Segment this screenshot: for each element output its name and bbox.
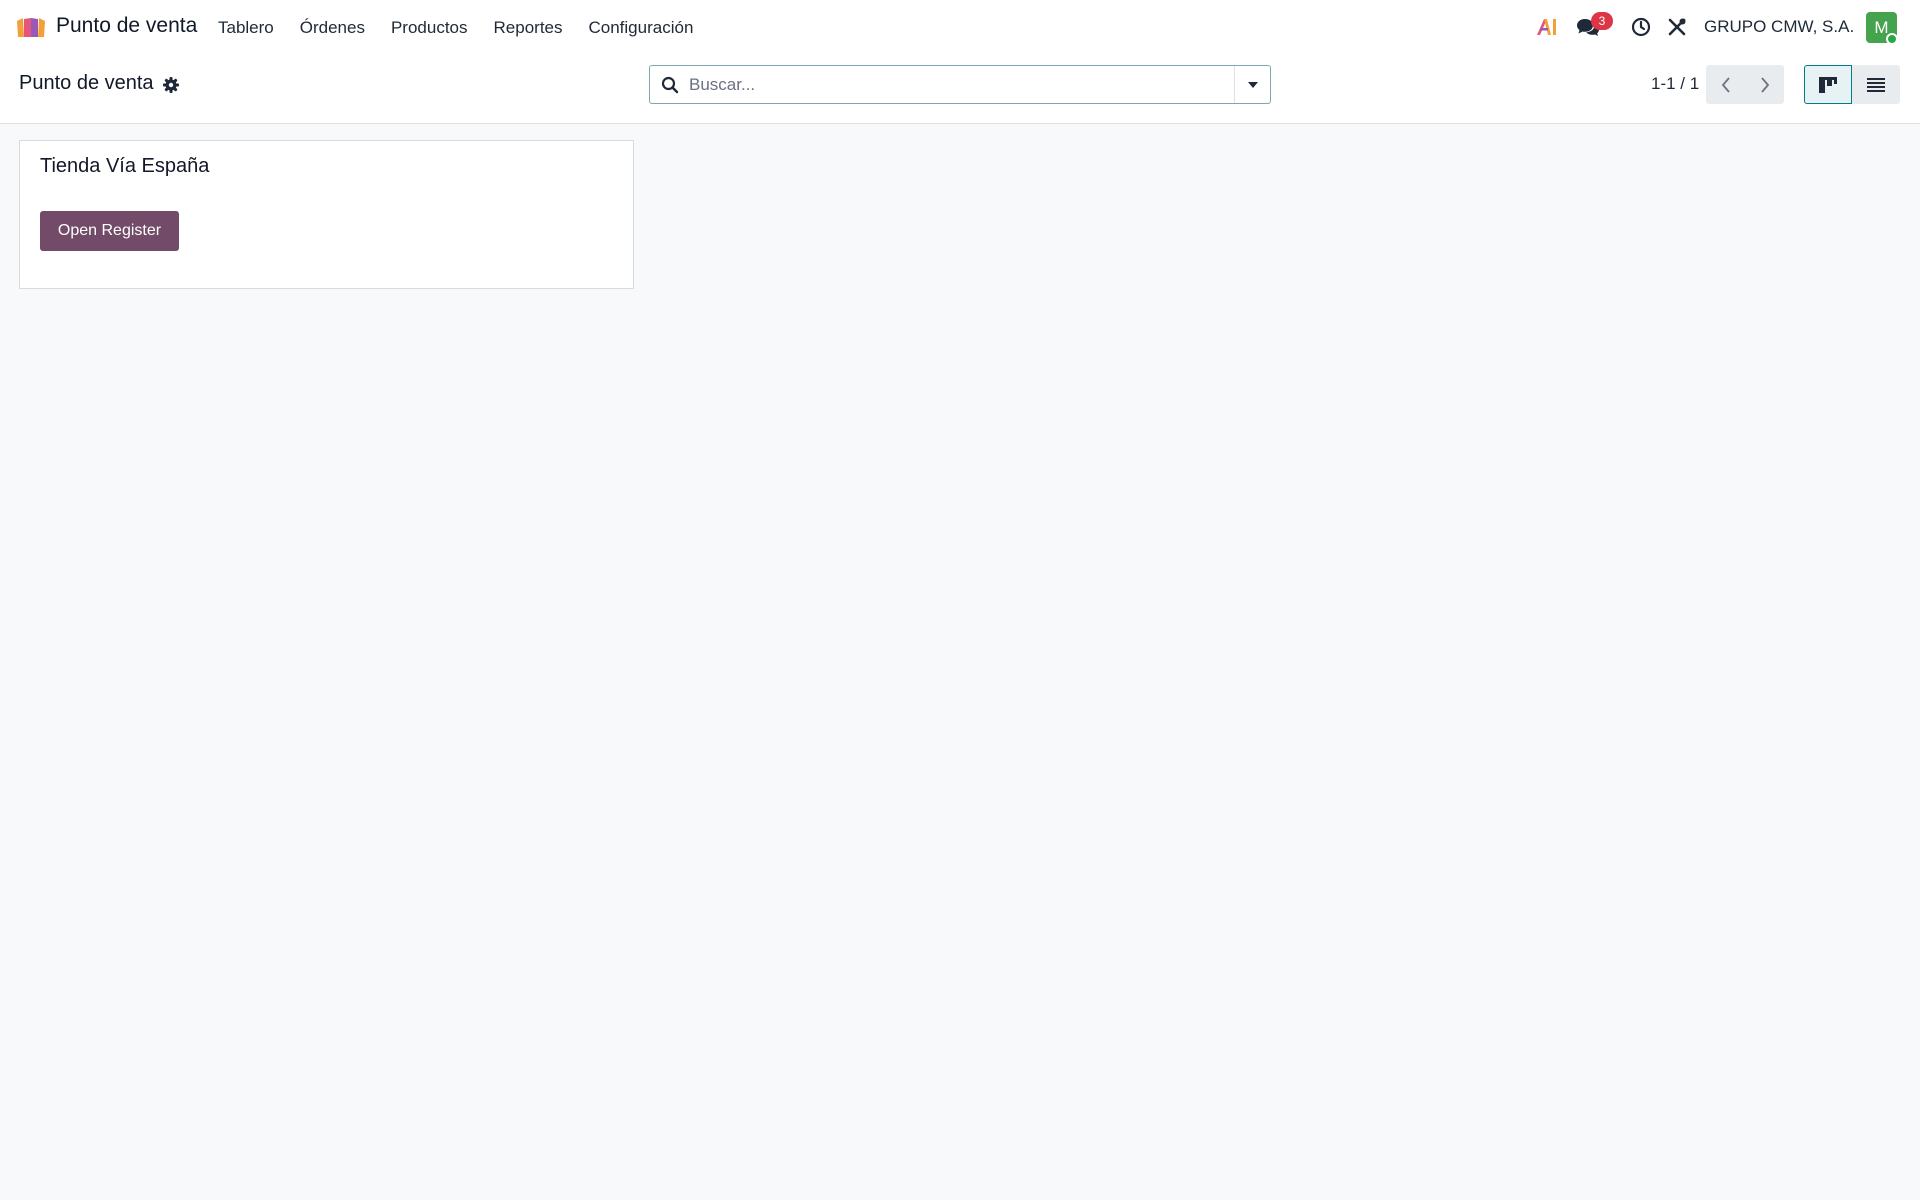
list-view-button[interactable] [1852, 65, 1900, 104]
pager-value[interactable]: 1-1 / 1 [1651, 74, 1699, 94]
gear-icon[interactable] [162, 76, 180, 94]
pager-previous-button[interactable] [1706, 65, 1745, 104]
search-options-toggle[interactable] [1234, 66, 1270, 103]
messages-count-badge: 3 [1591, 12, 1613, 30]
list-view-icon [1867, 77, 1885, 92]
chevron-right-icon [1760, 76, 1769, 93]
clock-icon[interactable] [1631, 17, 1651, 42]
top-navbar: Punto de venta Tablero Órdenes Productos… [0, 0, 1920, 55]
open-register-button[interactable]: Open Register [40, 211, 179, 251]
pos-app-icon[interactable] [15, 15, 47, 39]
company-switcher[interactable]: GRUPO CMW, S.A. [1704, 17, 1854, 37]
online-status-dot [1886, 33, 1898, 45]
chevron-left-icon [1721, 76, 1730, 93]
caret-down-icon [1247, 81, 1258, 88]
control-panel: Punto de venta 1-1 / 1 [0, 55, 1920, 124]
menu-item-ordenes[interactable]: Órdenes [287, 0, 378, 55]
menu-item-tablero[interactable]: Tablero [205, 0, 287, 55]
main-menu: Tablero Órdenes Productos Reportes Confi… [205, 0, 706, 55]
tools-icon[interactable] [1667, 17, 1687, 42]
pager-next-button[interactable] [1745, 65, 1784, 104]
kanban-view-button[interactable] [1804, 65, 1852, 104]
page-title: Punto de venta [19, 72, 154, 94]
menu-item-productos[interactable]: Productos [378, 0, 481, 55]
search-input[interactable] [689, 71, 1209, 99]
menu-item-configuracion[interactable]: Configuración [576, 0, 707, 55]
search-box [649, 65, 1271, 104]
card-title[interactable]: Tienda Vía España [40, 155, 209, 178]
search-icon [661, 76, 679, 94]
app-name[interactable]: Punto de venta [56, 14, 197, 38]
kanban-view-icon [1819, 76, 1837, 93]
menu-item-reportes[interactable]: Reportes [481, 0, 576, 55]
ai-icon[interactable] [1535, 17, 1557, 42]
kanban-card: Tienda Vía España Open Register [19, 140, 634, 289]
